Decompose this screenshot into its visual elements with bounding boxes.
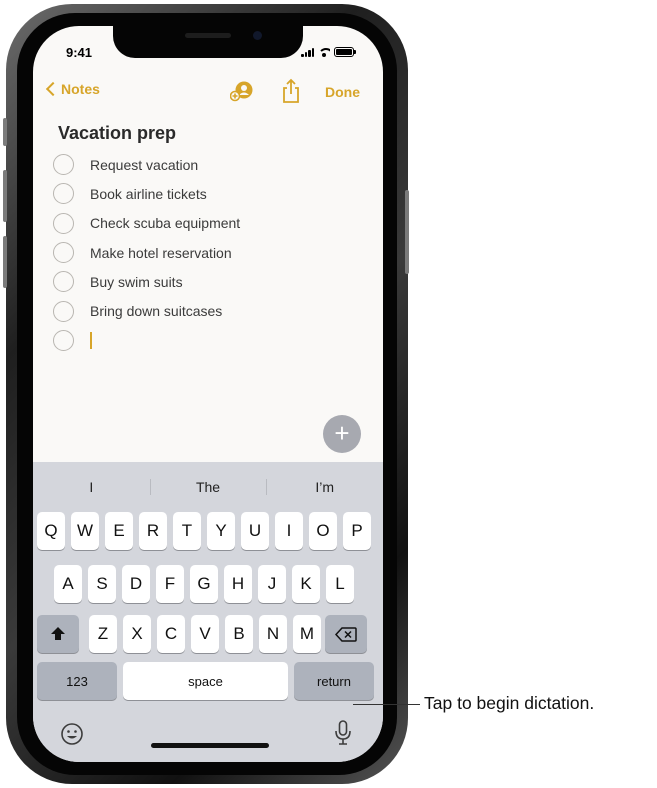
- add-button[interactable]: +: [323, 415, 361, 453]
- checklist-item-label: Buy swim suits: [90, 273, 183, 290]
- plus-icon: +: [334, 418, 350, 448]
- key-r[interactable]: R: [139, 512, 167, 550]
- key-n[interactable]: N: [259, 615, 287, 653]
- emoji-icon[interactable]: [60, 722, 84, 746]
- predictive-bar: I The I’m: [33, 472, 383, 502]
- key-row-3: Z X C V B N M: [37, 615, 367, 653]
- checkbox-circle[interactable]: [53, 183, 74, 205]
- key-v[interactable]: V: [191, 615, 219, 653]
- key-f[interactable]: F: [156, 565, 184, 603]
- backspace-icon: [335, 626, 357, 642]
- key-k[interactable]: K: [292, 565, 320, 603]
- home-indicator: [151, 743, 269, 748]
- return-key[interactable]: return: [294, 662, 374, 700]
- note-title[interactable]: Vacation prep: [58, 123, 176, 144]
- status-icons: [301, 44, 356, 57]
- shift-key[interactable]: [37, 615, 79, 653]
- battery-icon: [334, 47, 356, 57]
- back-button[interactable]: Notes: [45, 81, 100, 97]
- key-p[interactable]: P: [343, 512, 371, 550]
- checkbox-circle[interactable]: [53, 212, 74, 234]
- key-i[interactable]: I: [275, 512, 303, 550]
- key-m[interactable]: M: [293, 615, 321, 653]
- checkbox-circle[interactable]: [53, 300, 74, 322]
- key-b[interactable]: B: [225, 615, 253, 653]
- key-u[interactable]: U: [241, 512, 269, 550]
- checkbox-circle[interactable]: [53, 242, 74, 264]
- checklist-item[interactable]: Request vacation: [53, 150, 353, 179]
- key-row-2: A S D F G H J K L: [54, 565, 354, 603]
- microphone-icon[interactable]: [334, 720, 352, 746]
- key-row-1: Q W E R T Y U I O P: [37, 512, 371, 550]
- key-a[interactable]: A: [54, 565, 82, 603]
- wifi-icon: [318, 47, 330, 57]
- checklist-item-label: Request vacation: [90, 156, 199, 173]
- key-c[interactable]: C: [157, 615, 185, 653]
- checklist-item[interactable]: Book airline tickets: [53, 179, 353, 208]
- checklist-item-label: Book airline tickets: [90, 185, 207, 202]
- key-l[interactable]: L: [326, 565, 354, 603]
- text-cursor: [90, 331, 92, 349]
- key-t[interactable]: T: [173, 512, 201, 550]
- notch: [113, 26, 303, 58]
- key-w[interactable]: W: [71, 512, 99, 550]
- key-x[interactable]: X: [123, 615, 151, 653]
- key-y[interactable]: Y: [207, 512, 235, 550]
- checklist-item[interactable]: Check scuba equipment: [53, 209, 353, 238]
- key-e[interactable]: E: [105, 512, 133, 550]
- key-s[interactable]: S: [88, 565, 116, 603]
- checklist: Request vacation Book airline tickets Ch…: [53, 150, 353, 355]
- checkbox-circle[interactable]: [53, 154, 74, 176]
- prediction-suggestion[interactable]: The: [149, 472, 267, 502]
- speaker-grille: [185, 33, 231, 38]
- key-g[interactable]: G: [190, 565, 218, 603]
- phone-screen: 9:41 Notes Done Vacation prep Request va…: [33, 26, 383, 762]
- key-h[interactable]: H: [224, 565, 252, 603]
- front-camera: [253, 31, 262, 40]
- key-row-4: 123 space return: [37, 662, 374, 700]
- checkbox-circle[interactable]: [53, 329, 74, 351]
- checklist-item[interactable]: Make hotel reservation: [53, 238, 353, 267]
- checklist-item-label: Check scuba equipment: [90, 215, 241, 232]
- key-z[interactable]: Z: [89, 615, 117, 653]
- key-q[interactable]: Q: [37, 512, 65, 550]
- prediction-suggestion[interactable]: I’m: [266, 472, 383, 502]
- done-button[interactable]: Done: [325, 84, 360, 100]
- collaborate-icon[interactable]: [230, 80, 254, 102]
- space-key[interactable]: space: [123, 662, 288, 700]
- signal-icon: [301, 47, 314, 57]
- chevron-left-icon: [45, 81, 61, 97]
- checklist-item-new[interactable]: [53, 326, 353, 355]
- checklist-item[interactable]: Bring down suitcases: [53, 296, 353, 325]
- callout-line: [353, 704, 420, 705]
- share-icon[interactable]: [281, 78, 301, 104]
- key-d[interactable]: D: [122, 565, 150, 603]
- key-j[interactable]: J: [258, 565, 286, 603]
- checklist-item-label: Make hotel reservation: [90, 244, 232, 261]
- key-o[interactable]: O: [309, 512, 337, 550]
- checklist-item[interactable]: Buy swim suits: [53, 267, 353, 296]
- callout-text: Tap to begin dictation.: [424, 693, 595, 713]
- back-label: Notes: [61, 81, 100, 97]
- checklist-item-label: Bring down suitcases: [90, 303, 223, 320]
- backspace-key[interactable]: [325, 615, 367, 653]
- shift-icon: [51, 627, 65, 640]
- status-time: 9:41: [66, 45, 93, 60]
- keyboard: I The I’m Q W E R T Y U I O P A S D F G …: [33, 462, 383, 762]
- prediction-suggestion[interactable]: I: [33, 472, 150, 502]
- numbers-key[interactable]: 123: [37, 662, 117, 700]
- checkbox-circle[interactable]: [53, 271, 74, 293]
